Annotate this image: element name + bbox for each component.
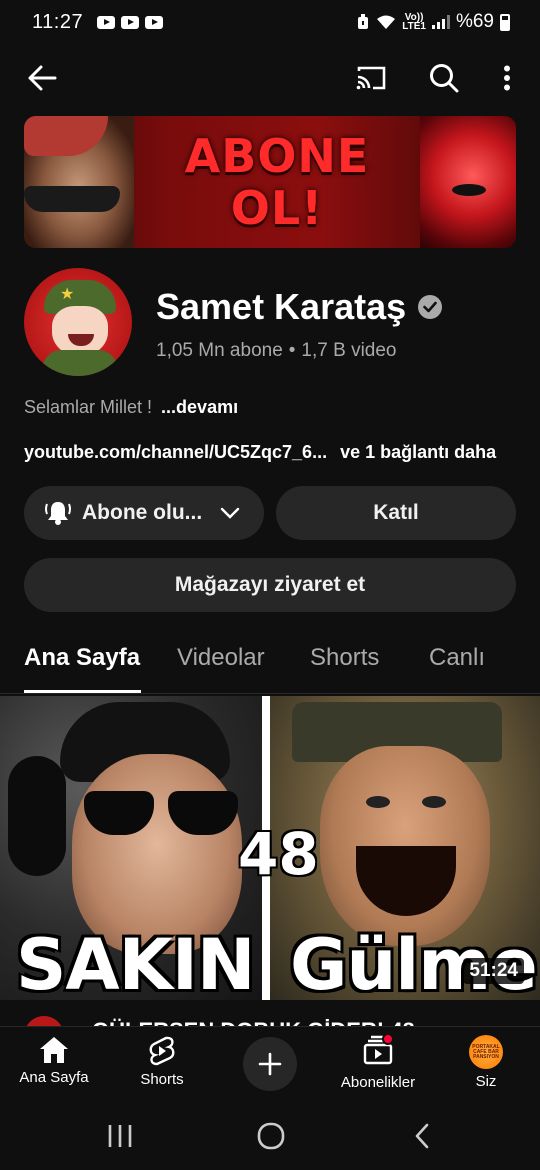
description-text: Selamlar Millet ! <box>24 397 153 417</box>
status-left: 11:27 <box>32 10 164 34</box>
channel-stats: 1,05 Mn abone • 1,7 B video <box>156 340 397 361</box>
channel-description[interactable]: Selamlar Millet ! ...devamı <box>24 397 238 418</box>
nav-you-label: Siz <box>475 1073 497 1090</box>
tab-live[interactable]: Canlı <box>429 644 485 672</box>
nav-subscriptions[interactable]: Abonelikler <box>324 1033 432 1091</box>
youtube-notification-icon <box>97 15 116 29</box>
more-links[interactable]: ve 1 bağlantı daha <box>340 442 496 462</box>
join-button[interactable]: Katıl <box>276 486 516 540</box>
back-system-button[interactable] <box>400 1114 444 1158</box>
visit-store-label: Mağazayı ziyaret et <box>174 573 366 596</box>
signal-icon <box>431 15 450 29</box>
join-label: Katıl <box>373 501 419 524</box>
nav-shorts-label: Shorts <box>140 1071 184 1088</box>
channel-links[interactable]: youtube.com/channel/UC5Zqc7_6... ve 1 ba… <box>24 442 496 463</box>
more-vertical-icon <box>504 65 510 91</box>
channel-avatar[interactable]: ★ <box>24 268 132 376</box>
nav-home[interactable]: Ana Sayfa <box>0 1035 108 1086</box>
youtube-notification-icon <box>121 15 140 29</box>
tab-videos[interactable]: Videolar <box>177 644 265 672</box>
channel-name-text: Samet Karataş <box>156 286 407 327</box>
recent-apps-icon <box>108 1125 132 1147</box>
channel-link[interactable]: youtube.com/channel/UC5Zqc7_6... <box>24 442 327 462</box>
volte-indicator: Vo)) LTE1 <box>402 12 426 32</box>
subscribed-button[interactable]: Abone olu... <box>24 486 264 540</box>
banner-apple-image <box>420 116 516 248</box>
notification-dot <box>382 1033 394 1045</box>
thumbnail-episode-number: 48 <box>238 820 319 888</box>
search-button[interactable] <box>422 56 466 100</box>
bell-ringing-icon <box>45 502 71 525</box>
system-navigation <box>0 1102 540 1170</box>
subscriber-count: 1,05 Mn abone <box>156 340 283 361</box>
home-icon <box>40 1037 68 1063</box>
video-count: 1,7 B video <box>301 340 397 361</box>
thumbnail-text-left: SAKIN <box>16 924 255 1000</box>
video-duration: 51:24 <box>463 958 524 984</box>
create-button[interactable] <box>243 1037 297 1091</box>
video-thumbnail[interactable]: 48 SAKIN Gülme! 51:24 <box>0 696 540 1000</box>
home-circle-icon <box>257 1122 285 1150</box>
top-bar <box>0 52 540 104</box>
channel-tabs: Ana Sayfa Videolar Shorts Canlı <box>0 634 540 694</box>
cast-icon <box>356 66 386 90</box>
tab-home[interactable]: Ana Sayfa <box>24 644 140 672</box>
tab-shorts[interactable]: Shorts <box>310 644 379 672</box>
arrow-left-icon <box>28 65 57 91</box>
battery-percent: %69 <box>455 11 494 32</box>
battery-icon <box>500 13 510 31</box>
banner-person-image <box>24 116 134 248</box>
active-tab-indicator <box>24 690 141 693</box>
chevron-left-icon <box>415 1123 429 1149</box>
verified-badge-icon <box>418 295 443 319</box>
nav-home-label: Ana Sayfa <box>19 1069 89 1086</box>
youtube-notification-icon <box>145 15 164 29</box>
search-icon <box>430 64 459 93</box>
plus-icon <box>258 1052 282 1076</box>
alarm-icon <box>358 14 369 29</box>
more-options-button[interactable] <box>485 56 529 100</box>
chevron-down-icon <box>220 507 240 519</box>
visit-store-button[interactable]: Mağazayı ziyaret et <box>24 558 516 612</box>
home-system-button[interactable] <box>249 1114 293 1158</box>
description-more-link[interactable]: ...devamı <box>161 397 238 417</box>
banner-title: ABONE OL! <box>184 129 370 235</box>
status-time: 11:27 <box>32 10 84 33</box>
nav-shorts[interactable]: Shorts <box>108 1035 216 1088</box>
subscribed-label: Abone olu... <box>82 501 203 524</box>
cast-button[interactable] <box>349 56 393 100</box>
user-avatar: PORTAKAL CAFE BAR PANSIYON <box>469 1035 503 1069</box>
channel-banner: ABONE OL! <box>24 116 516 248</box>
status-right: Vo)) LTE1 %69 <box>356 11 510 33</box>
channel-name: Samet Karataş <box>156 286 443 328</box>
status-bar: 11:27 Vo)) LTE1 %69 <box>0 0 540 44</box>
recent-apps-button[interactable] <box>98 1114 142 1158</box>
shorts-icon <box>149 1036 175 1066</box>
wifi-icon <box>377 15 396 29</box>
nav-subscriptions-label: Abonelikler <box>340 1074 416 1091</box>
bottom-navigation: Ana Sayfa Shorts Abonelikler PORTAKAL CA… <box>0 1026 540 1102</box>
nav-you[interactable]: PORTAKAL CAFE BAR PANSIYON Siz <box>432 1035 540 1090</box>
back-button[interactable] <box>20 56 64 100</box>
